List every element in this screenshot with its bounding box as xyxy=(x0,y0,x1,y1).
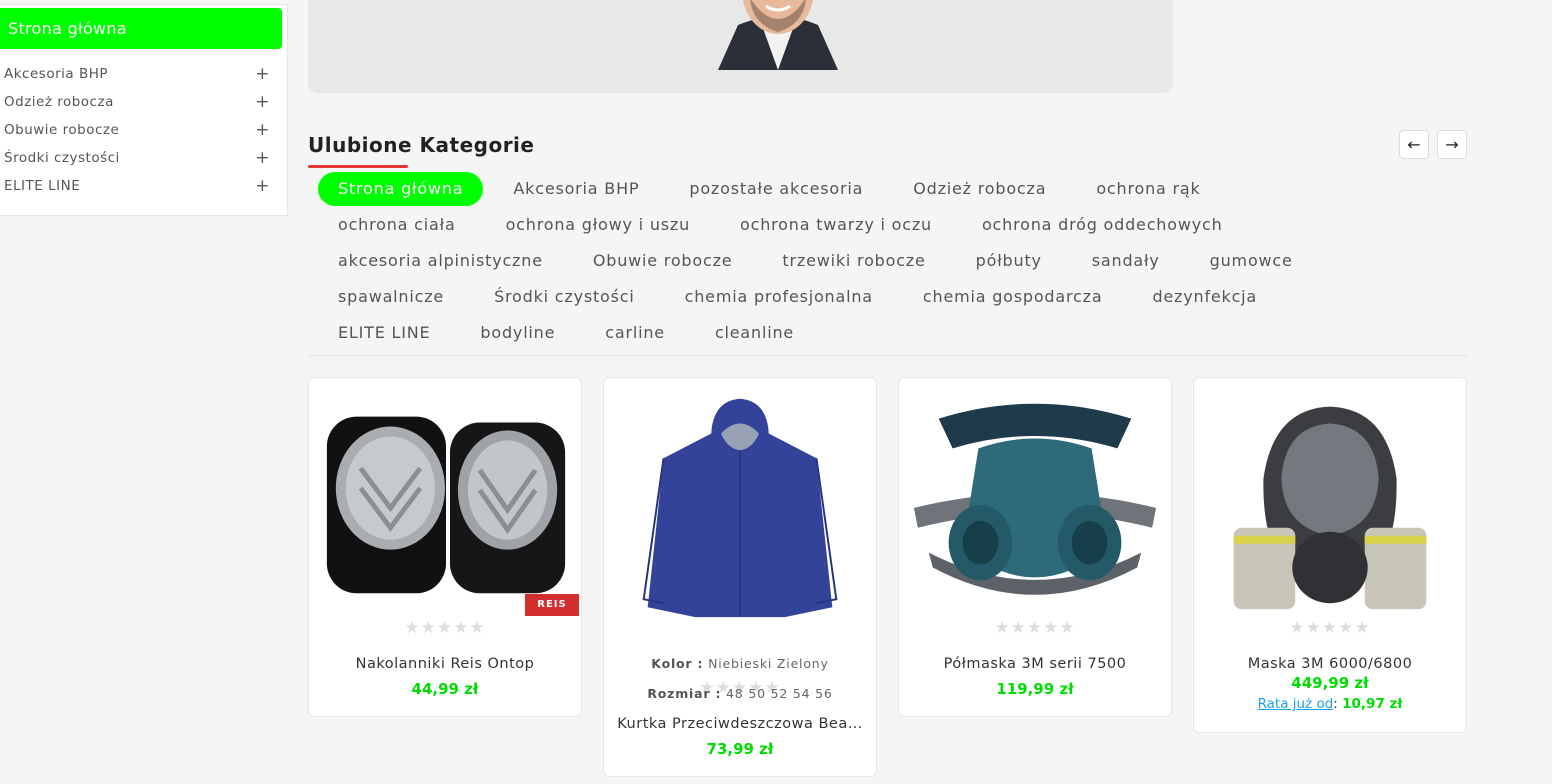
size-label: Rozmiar : xyxy=(647,686,722,701)
sidebar-item-label: Obuwie robocze xyxy=(4,122,120,138)
sidebar-menu: Akcesoria BHP + Odzież robocza + Obuwie ro… xyxy=(0,60,288,200)
category-chip-active[interactable]: Strona główna xyxy=(318,172,484,206)
product-name[interactable]: Kurtka Przeciwdeszczowa Bea… xyxy=(614,716,866,732)
color-options: Kolor : Niebieski Zielony xyxy=(604,656,876,671)
category-chip[interactable]: chemia gospodarcza xyxy=(903,280,1123,314)
rain-jacket-image[interactable] xyxy=(604,378,876,618)
plus-icon[interactable]: + xyxy=(255,64,270,84)
category-chip[interactable]: ochrona ciała xyxy=(318,208,476,242)
color-values[interactable]: Niebieski Zielony xyxy=(708,656,829,671)
rating-stars: ★★★★★ xyxy=(404,618,486,638)
prev-arrow-button[interactable]: ← xyxy=(1399,130,1429,159)
chip-row: Strona główna Akcesoria BHP pozostałe ak… xyxy=(318,171,1468,207)
category-chip[interactable]: dezynfekcja xyxy=(1132,280,1277,314)
category-chip[interactable]: Akcesoria BHP xyxy=(493,172,659,206)
rating-stars: ★★★★★ xyxy=(1289,618,1371,638)
sidebar-item-srodki-czystosci[interactable]: Środki czystości + xyxy=(0,144,288,172)
category-chip[interactable]: Odzież robocza xyxy=(893,172,1066,206)
category-chip[interactable]: bodyline xyxy=(460,316,575,350)
knee-pads-image[interactable] xyxy=(309,378,581,618)
category-chip[interactable]: ochrona rąk xyxy=(1076,172,1220,206)
category-chip[interactable]: pozostałe akcesoria xyxy=(669,172,883,206)
product-card[interactable]: Kolor : Niebieski Zielony ★★★★★ Rozmiar … xyxy=(603,377,877,777)
title-underline xyxy=(308,165,408,168)
size-options: Rozmiar : 48 50 52 54 56 xyxy=(604,686,876,701)
category-chip[interactable]: cleanline xyxy=(695,316,814,350)
hero-banner xyxy=(308,0,1173,93)
category-chip[interactable]: spawalnicze xyxy=(318,280,464,314)
category-chip[interactable]: ochrona głowy i uszu xyxy=(486,208,710,242)
arrow-left-icon: ← xyxy=(1407,135,1421,154)
category-chip[interactable]: ELITE LINE xyxy=(318,316,450,350)
section-divider xyxy=(308,355,1467,356)
category-chip[interactable]: ochrona dróg oddechowych xyxy=(962,208,1243,242)
next-arrow-button[interactable]: → xyxy=(1437,130,1467,159)
sidebar-item-label: Środki czystości xyxy=(4,150,120,166)
color-label: Kolor : xyxy=(651,656,704,671)
category-chip[interactable]: trzewiki robocze xyxy=(762,244,945,278)
product-card[interactable]: ★★★★★ Półmaska 3M serii 7500 119,99 zł xyxy=(898,377,1172,717)
category-chip[interactable]: Środki czystości xyxy=(474,280,655,314)
sidebar-item-label: Akcesoria BHP xyxy=(4,66,108,82)
category-chip[interactable]: akcesoria alpinistyczne xyxy=(318,244,563,278)
product-price: 119,99 zł xyxy=(996,680,1074,698)
product-price: 449,99 zł xyxy=(1291,674,1369,692)
product-price: 44,99 zł xyxy=(411,680,479,698)
person-photo xyxy=(718,0,838,70)
product-name[interactable]: Maska 3M 6000/6800 xyxy=(1204,656,1456,672)
category-chip[interactable]: Obuwie robocze xyxy=(573,244,753,278)
chip-row: akcesoria alpinistyczne Obuwie robocze t… xyxy=(318,243,1468,279)
plus-icon[interactable]: + xyxy=(255,176,270,196)
half-mask-image[interactable] xyxy=(899,378,1171,618)
sidebar-item-odziez-robocza[interactable]: Odzież robocza + xyxy=(0,88,288,116)
chip-row: spawalnicze Środki czystości chemia prof… xyxy=(318,279,1468,315)
chip-row: ELITE LINE bodyline carline cleanline xyxy=(318,315,1468,351)
installment-value: 10,97 zł xyxy=(1342,696,1403,712)
category-chip[interactable]: półbuty xyxy=(956,244,1062,278)
category-chip[interactable]: carline xyxy=(585,316,685,350)
product-card[interactable]: REIS ★★★★★ Nakolanniki Reis Ontop 44,99 … xyxy=(308,377,582,717)
section-title: Ulubione Kategorie xyxy=(308,133,535,157)
arrow-right-icon: → xyxy=(1445,135,1459,154)
plus-icon[interactable]: + xyxy=(255,92,270,112)
sidebar-item-akcesoria-bhp[interactable]: Akcesoria BHP + xyxy=(0,60,288,88)
rating-stars: ★★★★★ xyxy=(994,618,1076,638)
sidebar-heading[interactable]: Strona główna xyxy=(0,8,282,49)
installment-link[interactable]: Rata już od xyxy=(1258,696,1334,712)
full-face-mask-image[interactable] xyxy=(1194,378,1466,618)
category-chip[interactable]: gumowce xyxy=(1190,244,1313,278)
category-chip[interactable]: ochrona twarzy i oczu xyxy=(720,208,952,242)
reis-brand-badge: REIS xyxy=(525,594,579,616)
plus-icon[interactable]: + xyxy=(255,148,270,168)
category-chip[interactable]: sandały xyxy=(1072,244,1180,278)
sidebar-item-elite-line[interactable]: ELITE LINE + xyxy=(0,172,288,200)
product-name[interactable]: Nakolanniki Reis Ontop xyxy=(319,656,571,672)
plus-icon[interactable]: + xyxy=(255,120,270,140)
size-values[interactable]: 48 50 52 54 56 xyxy=(726,686,833,701)
product-price: 73,99 zł xyxy=(706,740,774,758)
installment-info: Rata już od: 10,97 zł xyxy=(1194,696,1466,712)
sidebar-item-label: Odzież robocza xyxy=(4,94,114,110)
sidebar-item-obuwie-robocze[interactable]: Obuwie robocze + xyxy=(0,116,288,144)
category-chip-list: Strona główna Akcesoria BHP pozostałe ak… xyxy=(318,171,1468,351)
installment-separator: : xyxy=(1333,696,1343,712)
product-card[interactable]: ★★★★★ Maska 3M 6000/6800 449,99 zł Rata … xyxy=(1193,377,1467,733)
chip-row: ochrona ciała ochrona głowy i uszu ochro… xyxy=(318,207,1468,243)
category-chip[interactable]: chemia profesjonalna xyxy=(665,280,893,314)
sidebar-item-label: ELITE LINE xyxy=(4,178,81,194)
product-name[interactable]: Półmaska 3M serii 7500 xyxy=(909,656,1161,672)
